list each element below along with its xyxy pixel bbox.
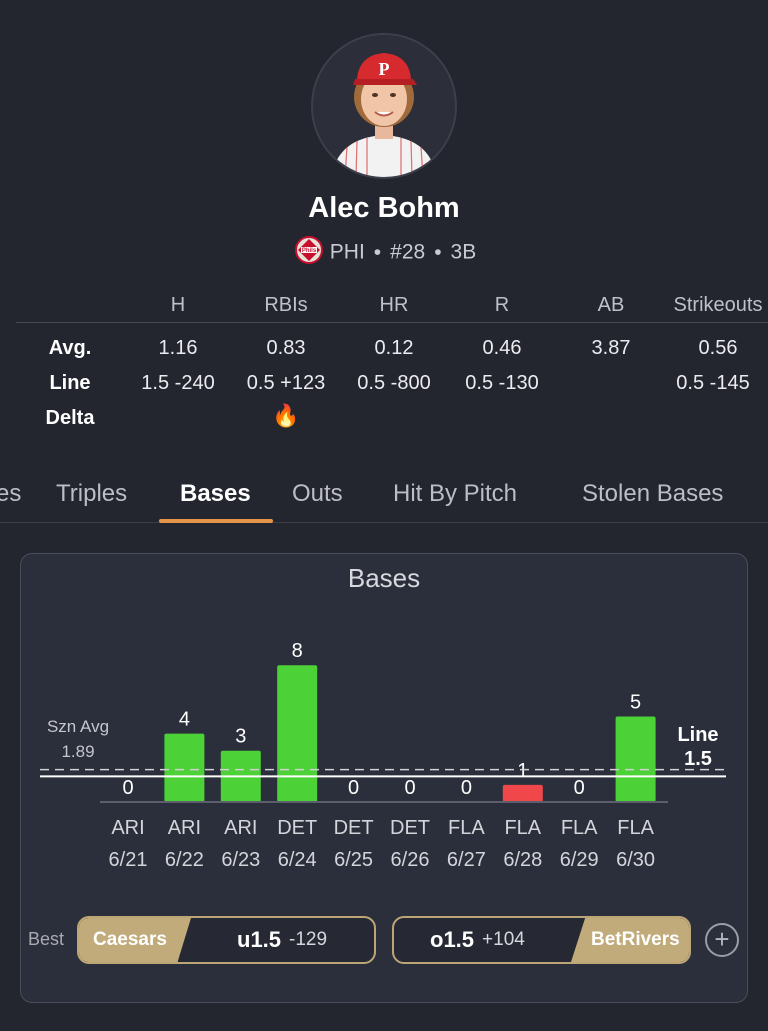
over-price: +104	[482, 929, 525, 950]
x-tick-opponent: FLA	[617, 817, 654, 839]
bars-group: 0 ARI 6/21 4 ARI 6/22 3 ARI 6/23 8 DET 6/24 0 DET 6/25…	[109, 640, 656, 871]
bar	[277, 665, 318, 802]
x-tick-date: 6/30	[616, 849, 655, 871]
under-odds-button[interactable]: Caesars u1.5 -129	[77, 916, 376, 964]
bar-value-label: 3	[235, 726, 246, 748]
sportsbook-betrivers: BetRivers	[571, 918, 689, 962]
bar-value-label: 0	[122, 777, 133, 799]
x-tick-opponent: FLA	[504, 817, 541, 839]
under-line: u1.5	[237, 927, 282, 952]
season-avg-value: 1.89	[61, 742, 94, 761]
under-price: -129	[289, 929, 328, 950]
bar-value-label: 1	[517, 760, 528, 782]
bar-value-label: 4	[179, 709, 190, 731]
x-tick-date: 6/23	[221, 849, 260, 871]
bar-value-label: 0	[348, 777, 359, 799]
bar	[502, 784, 543, 802]
plus-circle-icon[interactable]: +	[705, 923, 739, 957]
x-tick-opponent: DET	[334, 817, 374, 839]
x-tick-date: 6/21	[109, 849, 148, 871]
bar-value-label: 5	[630, 692, 641, 714]
over-odds-button[interactable]: o1.5 +104 BetRivers	[392, 916, 691, 964]
under-odds-line: u1.5 -129	[237, 918, 327, 962]
x-tick-date: 6/27	[447, 849, 486, 871]
sportsbook-caesars: Caesars	[79, 918, 191, 962]
x-tick-opponent: ARI	[111, 817, 144, 839]
bar	[615, 716, 656, 802]
bar-value-label: 8	[292, 640, 303, 662]
bar-value-label: 0	[461, 777, 472, 799]
best-label: Best	[28, 929, 65, 949]
line-value: 1.5	[684, 748, 712, 770]
x-tick-date: 6/26	[391, 849, 430, 871]
x-tick-opponent: ARI	[168, 817, 201, 839]
bar-value-label: 0	[404, 777, 415, 799]
x-tick-date: 6/29	[560, 849, 599, 871]
x-tick-opponent: FLA	[448, 817, 485, 839]
season-avg-label: Szn Avg	[47, 717, 109, 736]
bar	[164, 733, 205, 802]
bar-value-label: 0	[574, 777, 585, 799]
x-tick-date: 6/22	[165, 849, 204, 871]
bar-chart: 0 ARI 6/21 4 ARI 6/22 3 ARI 6/23 8 DET 6/24 0 DET 6/25…	[40, 640, 726, 871]
over-line: o1.5	[430, 927, 475, 952]
x-tick-date: 6/28	[503, 849, 542, 871]
over-odds-line: o1.5 +104	[430, 918, 525, 962]
line-label: Line	[677, 724, 718, 746]
x-tick-opponent: DET	[390, 817, 430, 839]
x-tick-opponent: ARI	[224, 817, 257, 839]
x-tick-date: 6/24	[278, 849, 317, 871]
x-tick-opponent: DET	[277, 817, 317, 839]
x-tick-opponent: FLA	[561, 817, 598, 839]
x-tick-date: 6/25	[334, 849, 373, 871]
